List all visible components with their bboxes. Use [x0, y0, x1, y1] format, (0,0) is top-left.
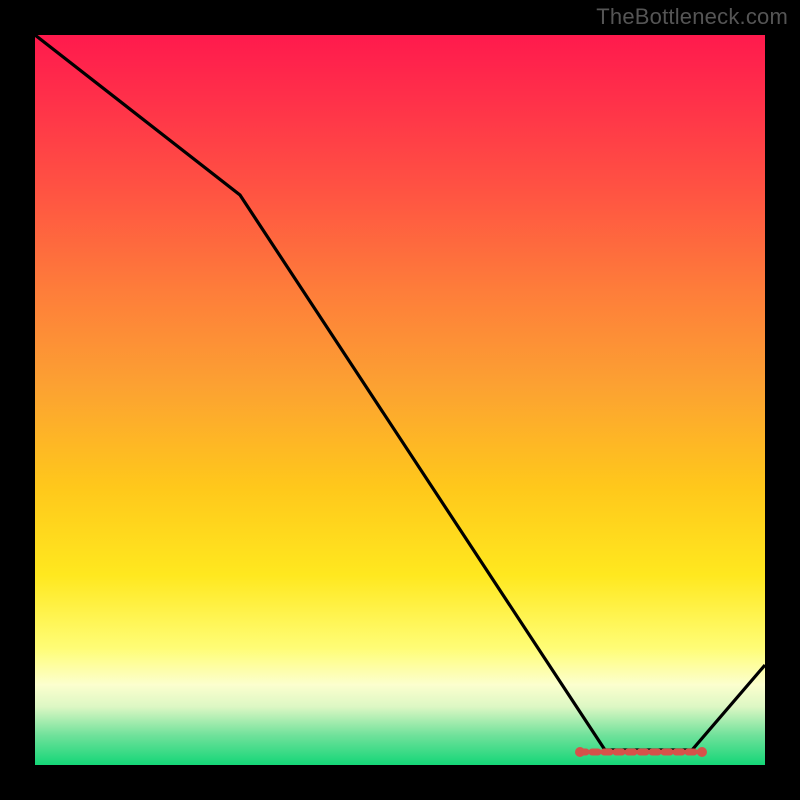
- plot-area: [35, 35, 765, 765]
- gradient-background: [35, 35, 765, 765]
- watermark-text: TheBottleneck.com: [596, 4, 788, 30]
- chart-frame: TheBottleneck.com: [0, 0, 800, 800]
